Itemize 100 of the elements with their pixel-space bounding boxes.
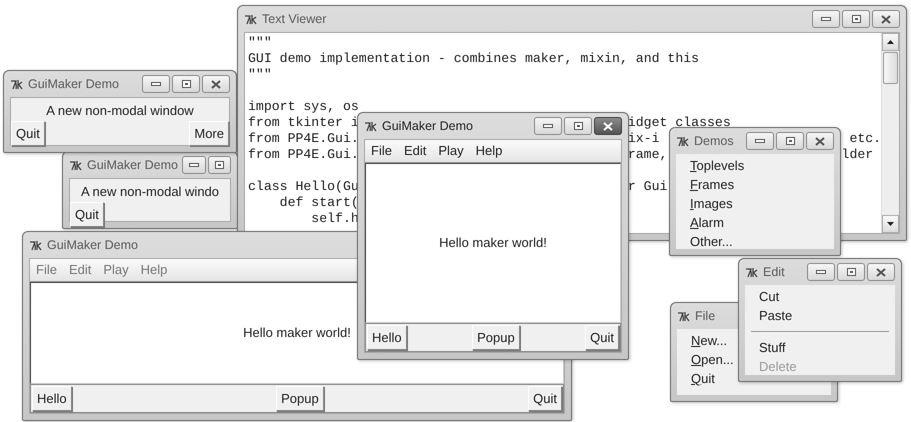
app-icon [676, 136, 690, 146]
app-icon [69, 160, 83, 170]
menu-item[interactable]: Paste [759, 306, 792, 325]
menu-item[interactable]: Help [476, 141, 502, 160]
minimize-button[interactable] [534, 117, 562, 135]
minimize-icon [188, 163, 199, 167]
maximize-button[interactable] [564, 117, 592, 135]
window-title: File [695, 308, 716, 325]
code-text: lder [842, 147, 874, 163]
dialog-button[interactable]: Quit [11, 120, 45, 146]
message-text: Hello maker world! [243, 324, 351, 342]
code-text: """ [248, 67, 272, 83]
toolbar-button[interactable]: Quit [585, 325, 619, 350]
maximize-button[interactable] [172, 75, 200, 93]
scroll-up-arrow-icon [887, 40, 894, 44]
menu-item: Delete [759, 358, 797, 376]
menu-item[interactable]: File [371, 141, 392, 160]
code-text: def start( [278, 195, 359, 211]
minimize-button[interactable] [746, 132, 774, 150]
maximize-icon [846, 268, 856, 276]
toolbar-button[interactable]: Popup [472, 325, 520, 350]
minimize-button[interactable] [807, 263, 835, 281]
menu-item[interactable]: New... [691, 331, 728, 350]
minimize-icon [821, 17, 831, 21]
window-title: Text Viewer [262, 10, 326, 28]
message-text: A new non-modal windo [80, 183, 220, 201]
menu-item[interactable]: Open... [691, 350, 734, 369]
toolbar-button[interactable]: Popup [276, 386, 324, 411]
app-icon [364, 120, 378, 132]
menu-item[interactable]: Images [690, 194, 733, 213]
toolbar-button[interactable]: Quit [528, 386, 562, 411]
menu-item[interactable]: Play [438, 141, 464, 160]
close-button[interactable] [872, 10, 900, 28]
maximize-button[interactable] [208, 156, 231, 174]
app-icon [745, 266, 759, 278]
scroll-down-arrow-icon [887, 222, 894, 226]
close-icon [881, 14, 891, 24]
code-text: from PP4E.Gui. [248, 147, 359, 163]
menu-item[interactable]: Edit [68, 260, 92, 280]
message-text: A new non-modal window [45, 102, 195, 120]
maximize-button[interactable] [842, 10, 870, 28]
code-text: idget classes [628, 115, 731, 131]
menu-item[interactable]: Quit [691, 369, 715, 388]
close-button[interactable] [867, 263, 895, 281]
close-button[interactable] [594, 117, 622, 135]
minimize-icon [151, 82, 161, 86]
menu-item[interactable]: Other... [690, 232, 733, 251]
close-button[interactable] [202, 75, 230, 93]
maximize-icon [574, 122, 582, 130]
minimize-button[interactable] [812, 10, 840, 28]
scroll-up-button[interactable] [882, 33, 899, 51]
menu-item[interactable]: Cut [759, 287, 780, 306]
menu-item[interactable]: Toplevels [690, 156, 744, 175]
code-text: GUI demo implementation - combines maker, mixin, and this [248, 51, 700, 67]
close-icon [211, 80, 221, 88]
code-text: import sys, os [248, 99, 359, 115]
minimize-button[interactable] [182, 156, 206, 174]
menu-item[interactable]: Help [140, 260, 168, 280]
code-text: ix-i [628, 131, 660, 147]
menu-item[interactable]: Alarm [690, 213, 724, 232]
window-title: Edit [763, 264, 785, 281]
app-icon [10, 78, 24, 90]
maximize-icon [214, 161, 224, 169]
code-text: self.h [310, 211, 359, 227]
code-text: rame, [628, 147, 668, 163]
menu-item[interactable]: File [36, 260, 57, 280]
maximize-button[interactable] [837, 263, 865, 281]
toolbar-button[interactable]: Hello [367, 325, 407, 350]
window-title: GuiMaker Demo [87, 156, 178, 174]
code-text: """ [248, 35, 272, 51]
close-icon [603, 122, 613, 130]
scrollbar-thumb[interactable] [883, 52, 898, 84]
code-text: etc. [849, 131, 881, 147]
menu-item[interactable]: Edit [404, 141, 426, 160]
window-title: GuiMaker Demo [382, 118, 473, 135]
maximize-button[interactable] [776, 132, 804, 150]
maximize-icon [786, 137, 794, 145]
minimize-button[interactable] [142, 75, 170, 93]
dialog-button[interactable]: More [189, 120, 229, 146]
app-icon [677, 310, 691, 322]
code-text: from PP4E.Gui. [248, 131, 359, 147]
minimize-icon [543, 124, 553, 128]
code-text: class Hello(Gu [248, 179, 359, 195]
app-icon [29, 240, 43, 250]
minimize-icon [816, 270, 826, 274]
scroll-down-button[interactable] [882, 215, 899, 233]
code-text: r Gui [628, 179, 668, 195]
close-icon [815, 136, 825, 146]
menu-item[interactable]: Frames [690, 175, 734, 194]
close-icon [876, 268, 886, 276]
window-title: GuiMaker Demo [47, 236, 138, 254]
menu-item[interactable]: Stuff [759, 338, 786, 357]
window-title: GuiMaker Demo [28, 76, 119, 93]
dialog-button[interactable]: Quit [70, 202, 104, 226]
menu-item[interactable]: Play [103, 260, 129, 280]
maximize-icon [182, 80, 190, 88]
minimize-icon [755, 139, 765, 143]
close-button[interactable] [806, 132, 834, 150]
toolbar-button[interactable]: Hello [32, 386, 72, 411]
window-title: Demos [694, 132, 734, 150]
